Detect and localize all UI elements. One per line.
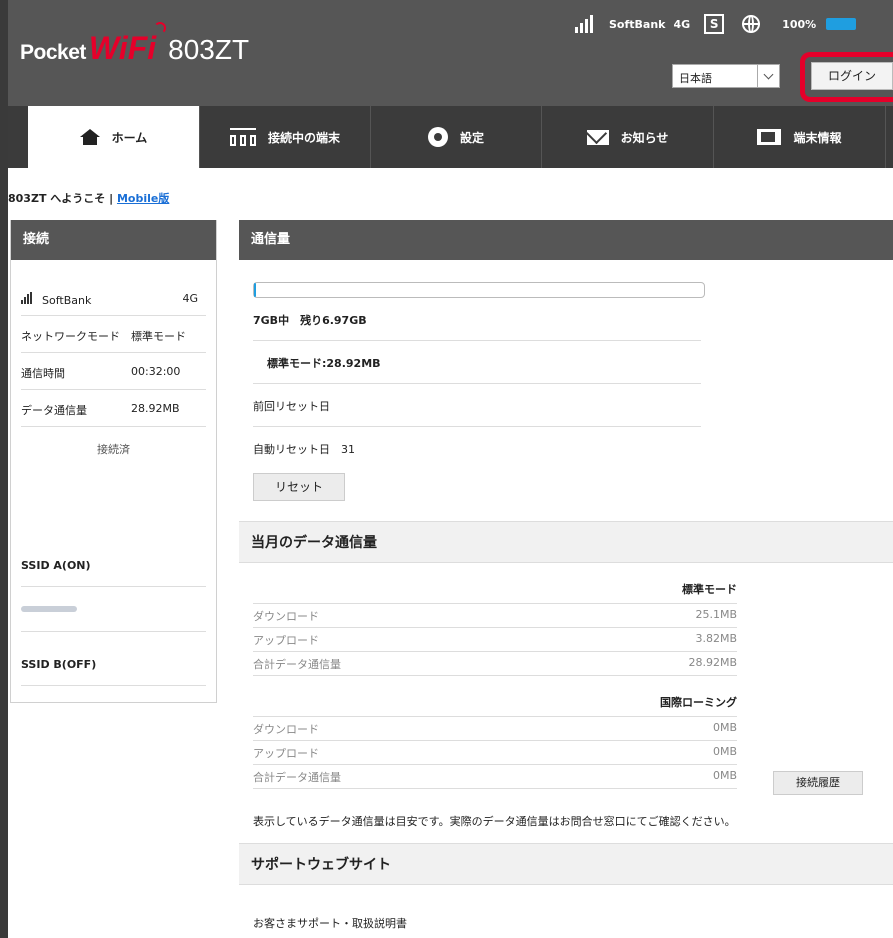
standard-mode-usage: 標準モード:28.92MB xyxy=(253,341,701,384)
tab-device-info[interactable]: 端末情報 xyxy=(714,106,886,168)
language-value: 日本語 xyxy=(679,72,712,85)
logo: Pocket WiFi 803ZT xyxy=(20,22,250,67)
mobile-link[interactable]: Mobile版 xyxy=(117,192,169,205)
row-label: 合計データ通信量 xyxy=(253,658,341,671)
ssid-a-label: SSID A(ON) xyxy=(21,543,206,587)
signal-icon xyxy=(575,15,593,33)
last-reset-date: 前回リセット日 xyxy=(253,384,701,427)
table-row: ダウンロード 0MB xyxy=(253,717,737,741)
network-type: 4G xyxy=(673,17,691,31)
tab-connected-devices-label: 接続中の端末 xyxy=(267,130,340,145)
data-usage-row: データ通信量 28.92MB xyxy=(21,390,206,427)
network-mode-label: ネットワークモード xyxy=(21,330,120,343)
sim-label: S xyxy=(709,17,719,31)
device-info-icon xyxy=(757,129,782,145)
remaining-data: 7GB中 残り6.97GB xyxy=(253,298,701,341)
carrier-name: SoftBank xyxy=(609,17,666,31)
network-mode-row: ネットワークモード 標準モード xyxy=(21,316,206,353)
support-section: サポートウェブサイト お客さまサポート・取扱説明書 xyxy=(239,843,893,931)
language-select[interactable]: 日本語 xyxy=(672,64,780,88)
logo-pocket: Pocket xyxy=(20,41,86,64)
tab-notifications-label: お知らせ xyxy=(620,130,669,145)
carrier-cell: SoftBank xyxy=(21,292,131,307)
data-usage-value: 28.92MB xyxy=(131,402,180,415)
row-value: 0MB xyxy=(712,769,737,782)
tab-notifications[interactable]: お知らせ xyxy=(542,106,714,168)
row-value: 0MB xyxy=(712,721,737,734)
wifi-wave-icon xyxy=(154,22,167,34)
row-label: アップロード xyxy=(253,747,319,760)
globe-icon xyxy=(742,15,761,33)
battery-icon xyxy=(826,18,857,30)
ssid-b-label: SSID B(OFF) xyxy=(21,632,206,686)
signal-icon xyxy=(21,292,32,304)
roaming-header: 国際ローミング xyxy=(253,676,737,717)
mail-icon xyxy=(586,129,609,145)
table-row: ダウンロード 25.1MB xyxy=(253,604,737,628)
status-area: SoftBank 4G S 100% xyxy=(575,14,857,34)
row-label: ダウンロード xyxy=(253,610,319,623)
row-label: 合計データ通信量 xyxy=(253,771,341,784)
welcome-line: 803ZT へようこそ | Mobile版 xyxy=(8,190,169,206)
welcome-text: 803ZT へようこそ | xyxy=(8,192,117,205)
usage-title: 通信量 xyxy=(239,220,893,260)
carrier-network-type: 4G xyxy=(182,292,198,305)
logo-model: 803ZT xyxy=(168,34,250,65)
window-edge xyxy=(0,0,8,938)
main-nav: ホーム 接続中の端末 設定 お知らせ 端末情報 xyxy=(8,106,893,168)
network-mode-value: 標準モード xyxy=(131,330,186,343)
usage-note: 表示しているデータ通信量は目安です。実際のデータ通信量はお問合せ窓口にてご確認く… xyxy=(253,815,736,828)
row-value: 3.82MB xyxy=(695,632,737,645)
data-usage-label: データ通信量 xyxy=(21,404,87,417)
tab-device-info-label: 端末情報 xyxy=(793,130,842,145)
tab-home-label: ホーム xyxy=(111,130,148,145)
monthly-table: 標準モード ダウンロード 25.1MB アップロード 3.82MB 合計データ通信量… xyxy=(253,563,737,789)
connection-status: 接続済 xyxy=(97,443,130,456)
connection-time-label: 通信時間 xyxy=(21,367,65,380)
support-link[interactable]: お客さまサポート・取扱説明書 xyxy=(253,915,893,931)
connection-title: 接続 xyxy=(11,220,216,260)
table-row: 合計データ通信量 28.92MB xyxy=(253,652,737,676)
table-row: アップロード 3.82MB xyxy=(253,628,737,652)
table-row: アップロード 0MB xyxy=(253,741,737,765)
row-label: ダウンロード xyxy=(253,723,319,736)
connection-time-row: 通信時間 00:32:00 xyxy=(21,353,206,390)
connection-panel: 接続 SoftBank 4G ネットワークモード 標準モード 通信時間 00:3… xyxy=(10,220,217,703)
row-value: 25.1MB xyxy=(695,608,737,621)
row-value: 28.92MB xyxy=(688,656,737,669)
row-label: アップロード xyxy=(253,634,319,647)
carrier-row: SoftBank 4G xyxy=(21,280,206,316)
connection-time-value: 00:32:00 xyxy=(131,365,181,378)
tab-connected-devices[interactable]: 接続中の端末 xyxy=(200,106,371,168)
tab-settings[interactable]: 設定 xyxy=(371,106,542,168)
login-button[interactable]: ログイン xyxy=(811,62,893,90)
carrier-label: SoftBank xyxy=(42,294,92,307)
standard-mode-header: 標準モード xyxy=(253,563,737,604)
usage-progress-fill xyxy=(254,283,256,297)
home-icon xyxy=(79,129,100,145)
reset-button[interactable]: リセット xyxy=(253,473,345,501)
support-title: サポートウェブサイト xyxy=(239,843,893,885)
tab-settings-label: 設定 xyxy=(459,130,484,145)
ssid-a-name-redacted xyxy=(21,587,206,632)
logo-wifi: WiFi xyxy=(88,22,167,67)
table-row: 合計データ通信量 0MB xyxy=(253,765,737,789)
sim-icon: S xyxy=(704,14,725,34)
battery-percent: 100% xyxy=(782,17,817,31)
devices-icon xyxy=(229,128,256,146)
connection-history-button[interactable]: 接続履歴 xyxy=(773,771,863,795)
chevron-down-icon[interactable] xyxy=(757,65,779,87)
auto-reset-date: 自動リセット日 31 xyxy=(253,443,355,456)
row-value: 0MB xyxy=(712,745,737,758)
monthly-title: 当月のデータ通信量 xyxy=(239,521,893,563)
gear-icon xyxy=(427,127,448,147)
main-content: 通信量 7GB中 残り6.97GB 標準モード:28.92MB 前回リセット日 … xyxy=(239,220,893,931)
tab-home[interactable]: ホーム xyxy=(28,106,200,168)
logo-wifi-text: WiFi xyxy=(88,30,157,66)
usage-progress-bar xyxy=(253,282,705,298)
